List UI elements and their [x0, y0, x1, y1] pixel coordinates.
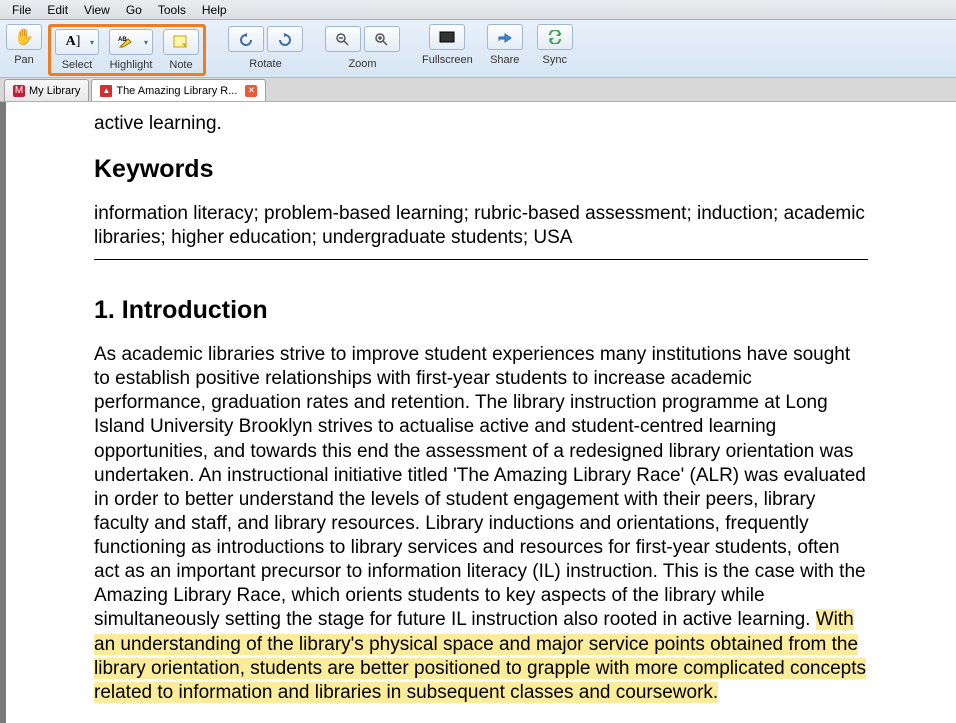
toolbar: ✋ Pan A] Select AB Highlight N: [0, 20, 956, 78]
intro-text: As academic libraries strive to improve …: [94, 344, 866, 630]
intro-paragraph: As academic libraries strive to improve …: [94, 343, 868, 705]
tool-group-highlight: AB Highlight: [109, 29, 153, 71]
share-label: Share: [490, 54, 519, 66]
zoom-in-button[interactable]: [364, 26, 400, 52]
rotate-left-icon: [238, 32, 254, 46]
tool-group-fullscreen: Fullscreen: [422, 24, 473, 66]
highlight-button[interactable]: AB: [109, 29, 153, 55]
sync-label: Sync: [543, 54, 567, 66]
tool-group-select: A] Select: [55, 29, 99, 71]
zoom-out-icon: [335, 32, 351, 46]
menu-bar: File Edit View Go Tools Help: [0, 0, 956, 20]
fullscreen-button[interactable]: [429, 24, 465, 50]
note-label: Note: [169, 59, 192, 71]
text-select-icon: A]: [66, 34, 81, 50]
rotate-right-button[interactable]: [267, 26, 303, 52]
tab-close-button[interactable]: ✕: [245, 85, 257, 97]
note-button[interactable]: [163, 29, 199, 55]
tool-group-note: Note: [163, 29, 199, 71]
fullscreen-label: Fullscreen: [422, 54, 473, 66]
tool-group-rotate: Rotate: [228, 24, 303, 70]
menu-help[interactable]: Help: [194, 1, 235, 19]
menu-tools[interactable]: Tools: [150, 1, 194, 19]
tab-library-label: My Library: [29, 85, 80, 97]
svg-text:AB: AB: [118, 37, 127, 43]
keywords-text: information literacy; problem-based lear…: [94, 202, 868, 251]
tab-bar: M My Library ▲ The Amazing Library R... …: [0, 78, 956, 102]
pdf-page: active learning. Keywords information li…: [46, 102, 916, 723]
rotate-label: Rotate: [249, 58, 281, 70]
mendeley-icon: M: [13, 85, 25, 97]
rotate-right-icon: [277, 32, 293, 46]
document-viewer[interactable]: active learning. Keywords information li…: [0, 102, 956, 723]
zoom-out-button[interactable]: [325, 26, 361, 52]
sync-button[interactable]: [537, 24, 573, 50]
menu-file[interactable]: File: [4, 1, 39, 19]
divider: [94, 259, 868, 260]
pdf-icon: ▲: [100, 85, 112, 97]
tab-my-library[interactable]: M My Library: [4, 79, 89, 101]
select-label: Select: [62, 59, 93, 71]
share-button[interactable]: [487, 24, 523, 50]
heading-introduction: 1. Introduction: [94, 296, 868, 325]
tab-document[interactable]: ▲ The Amazing Library R... ✕: [91, 79, 266, 101]
menu-view[interactable]: View: [76, 1, 118, 19]
rotate-left-button[interactable]: [228, 26, 264, 52]
sync-icon: [547, 30, 563, 44]
zoom-label: Zoom: [348, 58, 376, 70]
zoom-in-icon: [374, 32, 390, 46]
select-button[interactable]: A]: [55, 29, 99, 55]
heading-keywords: Keywords: [94, 155, 868, 184]
menu-edit[interactable]: Edit: [39, 1, 76, 19]
tool-group-sync: Sync: [537, 24, 573, 66]
fragment-previous-paragraph: active learning.: [94, 112, 868, 137]
tool-group-pan: ✋ Pan: [6, 24, 42, 66]
tool-group-share: Share: [487, 24, 523, 66]
pan-button[interactable]: ✋: [6, 24, 42, 50]
sticky-note-icon: [173, 35, 189, 49]
fullscreen-icon: [439, 31, 455, 43]
tab-document-label: The Amazing Library R...: [116, 85, 237, 97]
hand-icon: ✋: [14, 27, 34, 47]
annotation-tools-highlight-box: A] Select AB Highlight Note: [48, 24, 206, 76]
pan-label: Pan: [14, 54, 34, 66]
highlight-label: Highlight: [110, 59, 153, 71]
menu-go[interactable]: Go: [118, 1, 150, 19]
tool-group-zoom: Zoom: [325, 24, 400, 70]
highlighter-icon: AB: [118, 35, 136, 49]
share-icon: [497, 31, 513, 43]
